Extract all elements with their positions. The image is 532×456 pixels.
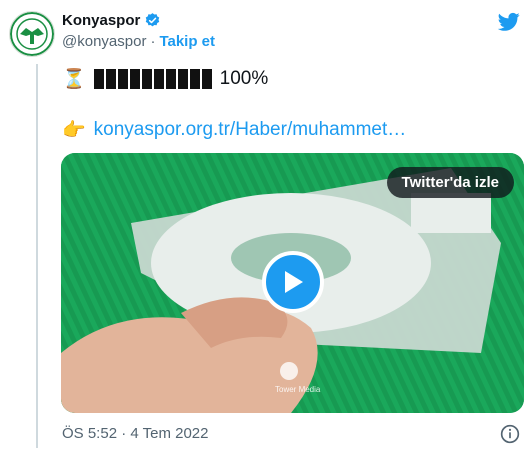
tweet-line-link: 👉 konyaspor.org.tr/Haber/muhammet… <box>62 118 406 142</box>
author-name[interactable]: Konyaspor <box>62 12 140 29</box>
tweet-line-progress: ⏳ 100% <box>62 67 268 91</box>
progress-bar <box>93 69 212 89</box>
twitter-bird-icon[interactable] <box>498 12 520 32</box>
play-button[interactable] <box>262 251 324 313</box>
avatar[interactable] <box>9 11 55 57</box>
play-icon <box>285 271 303 293</box>
pointing-hand-icon: 👉 <box>62 120 86 141</box>
thread-line <box>36 64 38 448</box>
hourglass-icon: ⏳ <box>62 69 86 90</box>
konyaspor-logo-icon <box>10 12 54 56</box>
separator: · <box>150 33 156 50</box>
follow-button[interactable]: Takip et <box>159 33 215 50</box>
video-player[interactable]: Tower Media Twitter'da izle <box>61 153 524 413</box>
progress-percent: 100% <box>219 68 269 89</box>
tweet-timestamp[interactable]: ÖS 5:52 · 4 Tem 2022 <box>62 425 208 442</box>
verified-badge-icon <box>146 13 160 27</box>
author-row: Konyaspor <box>62 12 161 29</box>
handle-row: @konyaspor · Takip et <box>62 33 215 50</box>
author-handle[interactable]: @konyaspor <box>62 33 146 50</box>
article-link[interactable]: konyaspor.org.tr/Haber/muhammet… <box>94 119 407 141</box>
watch-on-twitter-button[interactable]: Twitter'da izle <box>386 167 514 198</box>
info-icon[interactable] <box>500 424 520 444</box>
video-watermark: Tower Media <box>275 385 321 394</box>
